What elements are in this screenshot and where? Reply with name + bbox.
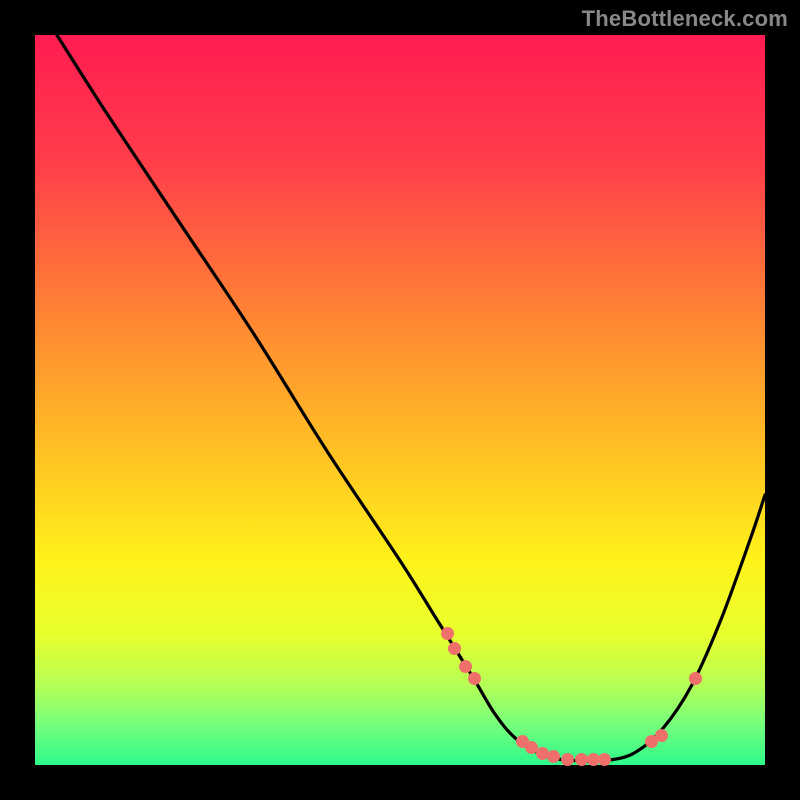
highlight-dot <box>561 753 574 766</box>
highlight-dot <box>448 642 461 655</box>
highlight-dot <box>441 627 454 640</box>
chart-stage: TheBottleneck.com <box>0 0 800 800</box>
bottleneck-curve <box>57 35 765 761</box>
watermark-text: TheBottleneck.com <box>582 6 788 32</box>
plot-area <box>35 35 765 765</box>
highlight-dot <box>598 753 611 766</box>
highlight-dot <box>655 729 668 742</box>
highlight-dot <box>575 753 588 766</box>
curve-layer <box>35 35 765 765</box>
